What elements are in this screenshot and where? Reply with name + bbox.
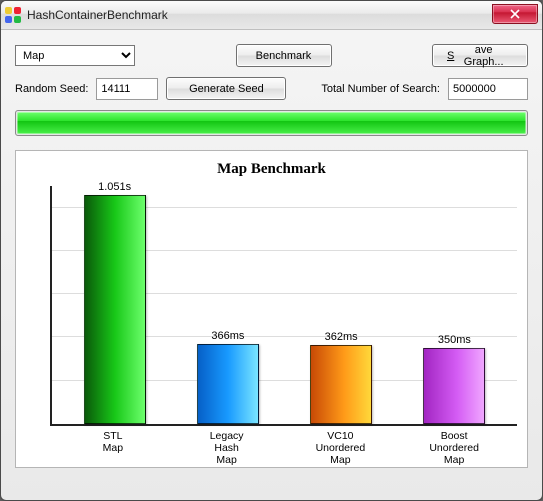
random-seed-label: Random Seed: [15, 83, 88, 95]
x-axis-label: BoostUnorderedMap [421, 430, 487, 466]
bar [423, 348, 485, 424]
total-search-input[interactable] [448, 78, 528, 100]
x-axis-label: STLMap [80, 430, 146, 466]
close-button[interactable] [492, 4, 538, 24]
bar-value-label: 362ms [325, 331, 358, 343]
benchmark-button[interactable]: Benchmark [236, 44, 332, 67]
x-axis-label: LegacyHashMap [194, 430, 260, 466]
window-title: HashContainerBenchmark [27, 8, 168, 22]
app-window: HashContainerBenchmark Map Benchmark Sav… [0, 0, 543, 501]
bar-value-label: 366ms [211, 330, 244, 342]
chart-plot: 1.051s366ms362ms350ms [26, 186, 517, 426]
save-graph-button[interactable]: Save Graph... [432, 44, 528, 67]
app-icon [5, 7, 21, 23]
bar-value-label: 350ms [438, 334, 471, 346]
title-bar[interactable]: HashContainerBenchmark [1, 1, 542, 30]
top-button-row: Map Benchmark Save Graph... [15, 44, 528, 67]
y-axis [26, 186, 52, 426]
bar [197, 344, 259, 424]
bars-container: 1.051s366ms362ms350ms [52, 186, 517, 424]
x-axis: STLMap LegacyHashMap VC10UnorderedMap Boost… [26, 430, 517, 466]
total-search-label: Total Number of Search: [321, 83, 440, 95]
client-area: Map Benchmark Save Graph... Random Seed:… [1, 30, 542, 482]
bar-slot: 350ms [421, 334, 487, 424]
generate-seed-button[interactable]: Generate Seed [166, 77, 286, 100]
bar-slot: 366ms [195, 330, 261, 424]
random-seed-input[interactable] [96, 78, 158, 100]
bar-slot: 362ms [308, 331, 374, 424]
bar [84, 195, 146, 424]
plot-area: 1.051s366ms362ms350ms [52, 186, 517, 426]
chart-title: Map Benchmark [26, 161, 517, 178]
bar-value-label: 1.051s [98, 181, 131, 193]
progress-bar [15, 110, 528, 136]
progress-fill [17, 112, 526, 134]
save-graph-label-rest: ave Graph... [454, 44, 513, 68]
bar [310, 345, 372, 424]
x-axis-label: VC10UnorderedMap [307, 430, 373, 466]
seed-row: Random Seed: Generate Seed Total Number … [15, 77, 528, 100]
close-icon [510, 9, 520, 19]
container-type-combo[interactable]: Map [15, 45, 135, 66]
chart-panel: Map Benchmark 1.051s 366ms 362ms 350ms STLM… [15, 150, 528, 468]
bar-slot: 1.051s [82, 181, 148, 424]
